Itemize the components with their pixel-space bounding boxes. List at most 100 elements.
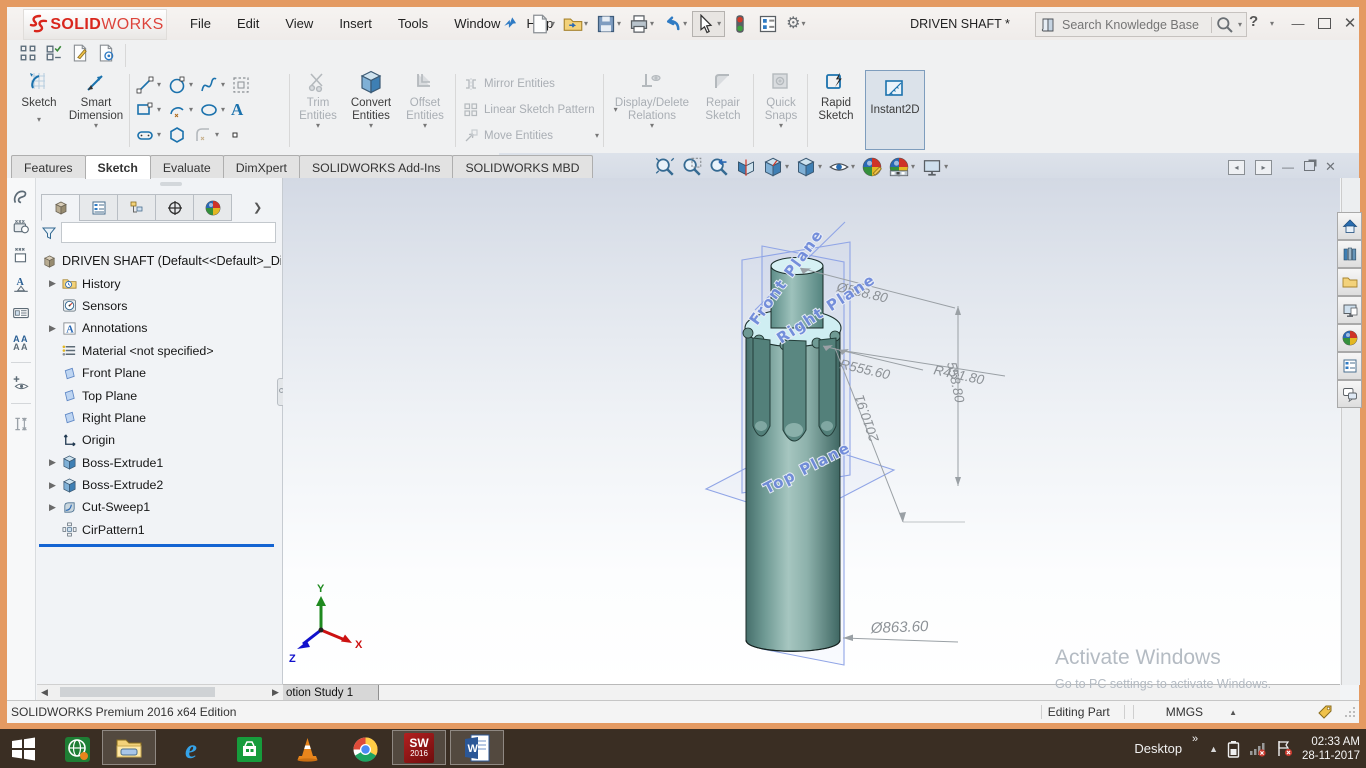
- tree-item-front-plane[interactable]: Front Plane: [37, 362, 281, 384]
- instant2d-button[interactable]: Instant2D: [865, 70, 925, 150]
- help-icon[interactable]: ?: [1249, 13, 1258, 30]
- expand-arrow-icon[interactable]: ▶: [49, 502, 62, 513]
- open-document-button[interactable]: ▾: [560, 12, 591, 36]
- solidworks-forum-button[interactable]: [1337, 380, 1362, 408]
- tree-item-boss-ext2[interactable]: ▶ Boss-Extrude2: [37, 474, 281, 496]
- rectangle-tool[interactable]: ▾: [135, 100, 161, 120]
- tree-item-sensors[interactable]: Sensors: [37, 295, 281, 317]
- arc-caret-icon[interactable]: ▾: [189, 105, 193, 114]
- panel-expand-arrow-icon[interactable]: ❯: [253, 201, 262, 214]
- tree-item-annotations[interactable]: ▶ A Annotations: [37, 317, 281, 339]
- desktop-toolbar-label[interactable]: Desktop »: [1134, 733, 1198, 756]
- horizontal-scrollbar[interactable]: ◀ ▶: [37, 684, 283, 700]
- expand-arrow-icon[interactable]: ▶: [49, 457, 62, 468]
- dimension-len-mid[interactable]: 2010.91: [852, 393, 882, 445]
- design-binder-icon[interactable]: [12, 188, 30, 206]
- dimension-dia-bottom[interactable]: Ø863.60: [870, 618, 930, 637]
- rectangle-caret-icon[interactable]: ▾: [157, 105, 161, 114]
- tree-root-item[interactable]: DRIVEN SHAFT (Default<<Default>_Dis: [37, 250, 281, 272]
- taskbar-word[interactable]: W: [450, 730, 504, 765]
- view-orientation-caret-icon[interactable]: ▾: [785, 163, 789, 171]
- undo-button[interactable]: ▾: [659, 12, 690, 36]
- property-manager-tab[interactable]: [79, 194, 118, 221]
- tree-item-right-plane[interactable]: Right Plane: [37, 407, 281, 429]
- units-caret-icon[interactable]: ▲: [1229, 708, 1237, 717]
- display-style-caret-icon[interactable]: ▾: [818, 163, 822, 171]
- previous-view-button[interactable]: [709, 157, 729, 177]
- fillet-tool[interactable]: ▾: [193, 125, 219, 145]
- circle-tool[interactable]: ▾: [167, 75, 193, 95]
- taskbar-chrome[interactable]: [350, 735, 380, 763]
- new-document-button[interactable]: ▾: [527, 12, 558, 36]
- document-properties-icon[interactable]: [97, 44, 115, 62]
- tab-dimxpert[interactable]: DimXpert: [222, 155, 300, 179]
- help-caret-icon[interactable]: ▾: [1270, 20, 1274, 28]
- tab-solidworks-mbd[interactable]: SOLIDWORKS MBD: [452, 155, 593, 179]
- polygon-tool[interactable]: [167, 125, 187, 145]
- menu-file[interactable]: File: [177, 7, 224, 40]
- close-button[interactable]: ✕: [1337, 10, 1363, 36]
- display-manager-tab[interactable]: [193, 194, 232, 221]
- scroll-left-icon[interactable]: ◀: [37, 687, 52, 698]
- menu-tools[interactable]: Tools: [385, 7, 441, 40]
- edit-appearance-button[interactable]: [862, 157, 882, 177]
- slot-tool[interactable]: ▾: [135, 125, 161, 145]
- search-options-caret-icon[interactable]: ▾: [1238, 20, 1242, 29]
- convert-entities-button[interactable]: Convert Entities ▾: [345, 70, 397, 150]
- expand-arrow-icon[interactable]: ▶: [49, 323, 62, 334]
- apply-scene-caret-icon[interactable]: ▾: [911, 163, 915, 171]
- fillet-caret-icon[interactable]: ▾: [215, 130, 219, 139]
- collapse-right-pane-icon[interactable]: ▸: [1255, 159, 1272, 175]
- appearances-button[interactable]: [1337, 324, 1362, 352]
- taskbar-internet-explorer[interactable]: e: [176, 734, 206, 764]
- ellipse-caret-icon[interactable]: ▾: [221, 105, 225, 114]
- configuration-manager-tab[interactable]: [117, 194, 156, 221]
- collapse-left-pane-icon[interactable]: ◂: [1228, 159, 1245, 175]
- show-hidden-icons-button[interactable]: ▲: [1209, 744, 1218, 754]
- pattern-grid-icon[interactable]: [19, 44, 37, 62]
- circle-caret-icon[interactable]: ▾: [189, 80, 193, 89]
- maximize-button[interactable]: [1311, 10, 1337, 36]
- arc-tool[interactable]: ▾: [167, 100, 193, 120]
- resize-grip-icon[interactable]: [1343, 705, 1357, 719]
- display-states-icon[interactable]: [12, 304, 30, 322]
- design-library-button[interactable]: [1337, 268, 1362, 296]
- hide-show-items-button[interactable]: ▾: [829, 157, 855, 177]
- sketch-picture-tool[interactable]: [231, 75, 251, 95]
- start-button[interactable]: [8, 735, 38, 763]
- smart-dimension-caret-icon[interactable]: ▾: [94, 122, 98, 130]
- pin-menu-icon[interactable]: [502, 15, 518, 31]
- toolbar-chevron-icon[interactable]: »: [1192, 733, 1198, 745]
- hide-dimensions-icon[interactable]: [12, 217, 30, 235]
- file-explorer-button[interactable]: [1337, 296, 1362, 324]
- graphics-viewport[interactable]: ▾ ▾ ▾ ▾ ▾ ◂ ▸ — ✕ Ø558.80 558.80 R555.60…: [283, 157, 1340, 691]
- ellipse-tool[interactable]: ▾: [199, 100, 225, 120]
- status-units[interactable]: MMGS: [1166, 705, 1203, 719]
- tab-evaluate[interactable]: Evaluate: [149, 155, 224, 179]
- annotations-display-icon[interactable]: A: [12, 275, 30, 293]
- sketch-button[interactable]: Sketch ▾: [13, 70, 65, 150]
- tree-item-boss-ext1[interactable]: ▶ Boss-Extrude1: [37, 452, 281, 474]
- save-button[interactable]: ▾: [593, 12, 624, 36]
- tree-item-top-plane[interactable]: Top Plane: [37, 384, 281, 406]
- edit-document-icon[interactable]: [71, 44, 89, 62]
- tree-item-cirpattern[interactable]: CirPattern1: [37, 519, 281, 541]
- select-tool-button[interactable]: ▾: [692, 10, 726, 37]
- tab-features[interactable]: Features: [11, 155, 86, 179]
- rapid-sketch-button[interactable]: Rapid Sketch: [813, 70, 859, 150]
- view-orientation-button[interactable]: ▾: [763, 157, 789, 177]
- feature-manager-tree-tab[interactable]: [41, 194, 80, 221]
- tree-filter-input[interactable]: [61, 222, 276, 243]
- home-button[interactable]: [1337, 212, 1362, 240]
- doc-restore-icon[interactable]: [1304, 160, 1315, 174]
- network-icon[interactable]: [1249, 741, 1267, 757]
- scrollbar-thumb[interactable]: [60, 687, 215, 697]
- model-scene[interactable]: Ø558.80 558.80 R555.60 R431.80 2010.91 Ø…: [283, 178, 1340, 685]
- scale-adjust-icon[interactable]: [12, 415, 30, 433]
- view-settings-caret-icon[interactable]: ▾: [944, 163, 948, 171]
- solidworks-resources-button[interactable]: [1337, 240, 1362, 268]
- battery-icon[interactable]: [1227, 740, 1240, 758]
- apply-scene-button[interactable]: ▾: [889, 157, 915, 177]
- custom-properties-button[interactable]: [1337, 352, 1362, 380]
- add-display-state-icon[interactable]: [12, 374, 30, 392]
